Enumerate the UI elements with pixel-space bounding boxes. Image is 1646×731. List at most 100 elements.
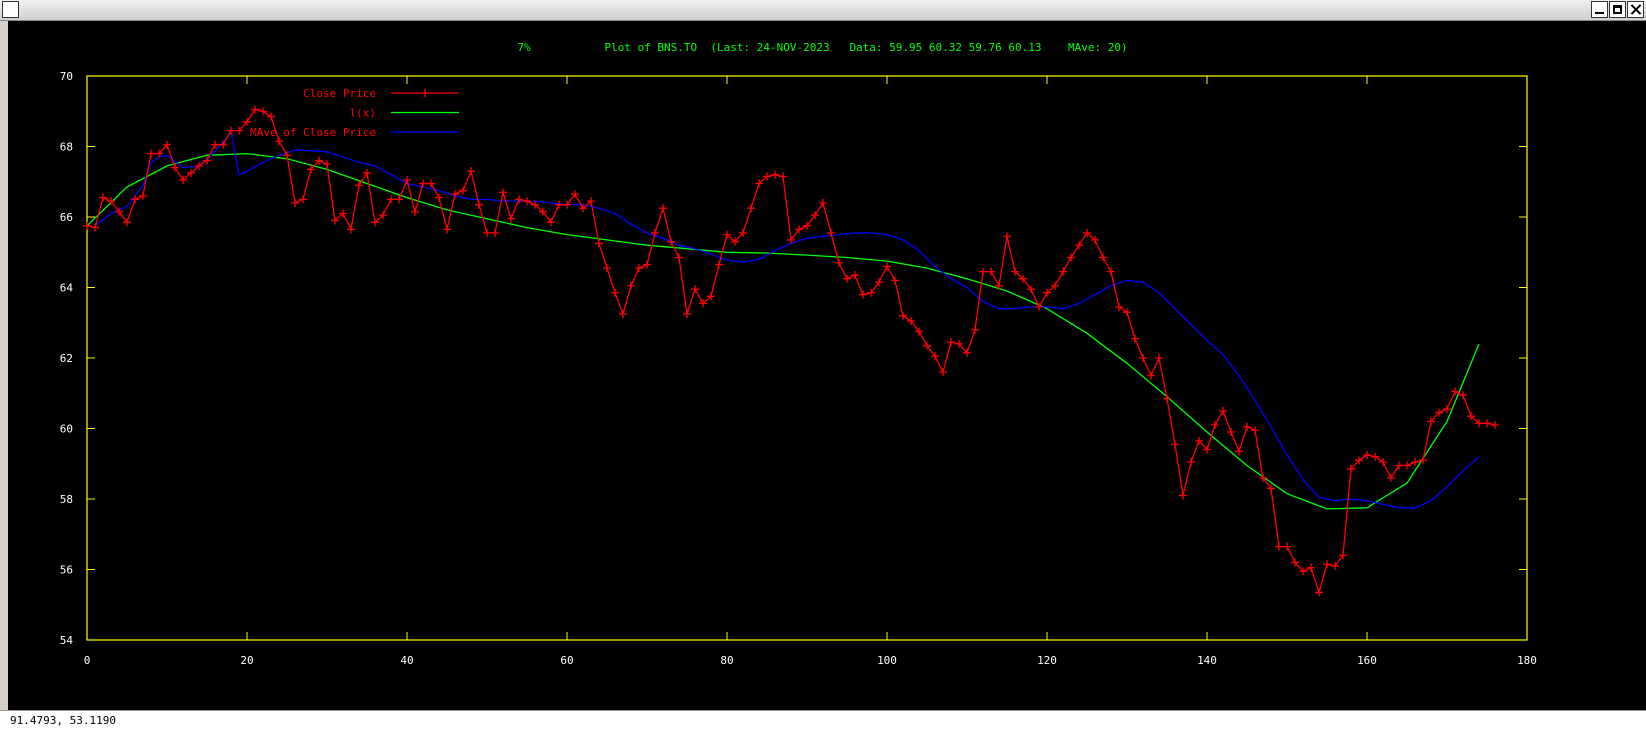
data-point-marker [251, 105, 259, 114]
data-point-marker [939, 368, 947, 377]
titlebar-grip-dots [760, 7, 820, 22]
data-point-marker [1003, 232, 1011, 241]
x-tick-label: 140 [1197, 654, 1217, 667]
data-point-marker [467, 167, 475, 176]
data-point-marker [1235, 447, 1243, 456]
data-point-marker [1123, 308, 1131, 317]
gnuplot-chart[interactable]: 7% Plot of BNS.TO (Last: 24-NOV-2023 Dat… [8, 21, 1646, 710]
data-point-marker [1187, 457, 1195, 466]
maximize-button[interactable] [1609, 1, 1626, 18]
cursor-coordinates: 91.4793, 53.1190 [10, 714, 116, 727]
data-point-marker [1067, 253, 1075, 262]
data-point-marker [443, 225, 451, 234]
data-point-marker [683, 309, 691, 318]
data-point-marker [219, 140, 227, 149]
y-tick-label: 64 [60, 282, 74, 295]
data-point-marker [1403, 461, 1411, 470]
data-point-marker [1179, 491, 1187, 500]
data-point-marker [91, 223, 99, 232]
data-point-marker [483, 228, 491, 237]
data-point-marker [475, 200, 483, 209]
axes-frame [86, 75, 1528, 641]
data-point-marker [715, 260, 723, 269]
data-point-marker [691, 285, 699, 294]
series-line [86, 108, 1496, 595]
data-point-marker [1163, 394, 1171, 403]
data-point-marker [1243, 422, 1251, 431]
data-point-marker [1107, 267, 1115, 276]
data-point-marker [299, 195, 307, 204]
data-point-marker [203, 156, 211, 165]
data-point-marker [891, 276, 899, 285]
data-point-marker [611, 288, 619, 297]
x-tick-label: 180 [1517, 654, 1537, 667]
data-point-marker [355, 181, 363, 190]
data-point-marker [1251, 426, 1259, 435]
data-point-marker [291, 198, 299, 207]
data-point-marker [1099, 253, 1107, 262]
data-point-marker [987, 267, 995, 276]
legend-marker [421, 89, 429, 97]
data-point-marker [659, 204, 667, 213]
data-point-marker [323, 160, 331, 169]
data-point-marker [1483, 419, 1491, 428]
data-point-marker [947, 338, 955, 347]
data-point-marker [131, 195, 139, 204]
data-point-marker [971, 325, 979, 334]
data-point-marker [1307, 563, 1315, 572]
y-tick-label: 62 [60, 352, 73, 365]
data-point-marker [1155, 354, 1163, 362]
plot-border [86, 75, 1528, 641]
data-point-marker [1411, 457, 1419, 466]
data-point-marker [1227, 428, 1235, 437]
data-point-marker [1363, 450, 1371, 459]
data-point-marker [651, 228, 659, 237]
data-point-marker [435, 193, 443, 202]
data-point-marker [779, 172, 787, 181]
data-point-marker [995, 281, 1003, 290]
x-tick-label: 0 [84, 654, 91, 667]
data-point-marker [979, 267, 987, 276]
data-point-marker [843, 274, 851, 283]
data-point-marker [675, 253, 683, 262]
data-point-marker [267, 112, 275, 121]
data-point-marker [1275, 542, 1283, 551]
minimize-button[interactable] [1591, 1, 1608, 18]
y-tick-label: 56 [60, 564, 73, 577]
x-tick-label: 20 [240, 654, 253, 667]
legend-label: Close Price [303, 87, 376, 100]
data-point-marker [1371, 452, 1379, 461]
data-point-marker [403, 175, 411, 184]
data-point-marker [363, 168, 371, 177]
x-tick-label: 120 [1037, 654, 1057, 667]
x-tick-label: 100 [877, 654, 897, 667]
data-point-marker [1115, 302, 1123, 311]
x-tick-label: 40 [400, 654, 413, 667]
data-point-marker [851, 271, 859, 280]
data-point-marker [1131, 334, 1139, 343]
data-point-marker [1059, 267, 1067, 276]
data-point-marker [523, 197, 531, 206]
data-point-marker [1379, 457, 1387, 466]
y-tick-label: 60 [60, 423, 73, 436]
chart-title: Plot of BNS.TO (Last: 24-NOV-2023 Data: … [604, 41, 1127, 54]
data-point-marker [1283, 542, 1291, 551]
data-point-marker [459, 186, 467, 195]
data-point-marker [347, 225, 355, 234]
data-point-marker [139, 191, 147, 200]
series-line [94, 130, 1480, 509]
x-tick-label: 60 [560, 654, 573, 667]
data-point-marker [1139, 354, 1147, 362]
data-point-marker [603, 264, 611, 273]
data-point-marker [627, 281, 635, 290]
data-point-marker [1459, 391, 1467, 400]
data-point-marker [227, 126, 235, 135]
data-point-marker [619, 309, 627, 318]
axis-ticks: 0 20 40 60 80 100 120 140 160 180 54 56 58 60 62 64 66 68… [60, 70, 1537, 667]
data-point-marker [819, 198, 827, 207]
plot-window[interactable]: 7% Plot of BNS.TO (Last: 24-NOV-2023 Dat… [8, 21, 1646, 710]
data-point-marker [899, 311, 907, 320]
window-menu-button[interactable] [2, 1, 19, 18]
data-point-marker [387, 195, 395, 204]
close-button[interactable] [1627, 1, 1644, 18]
